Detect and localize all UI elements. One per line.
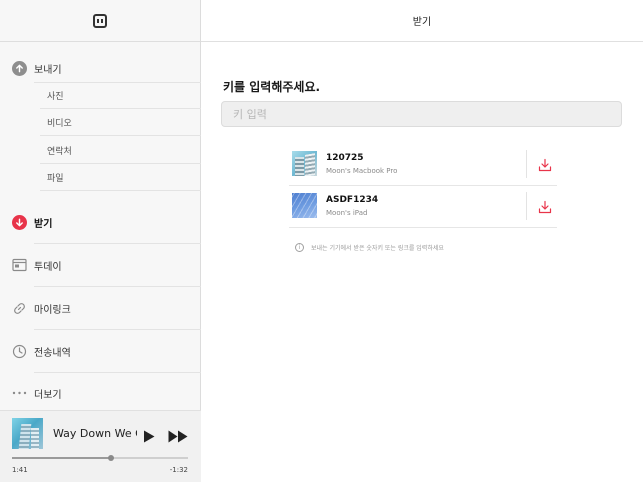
sidebar-item-today[interactable]: 투데이 bbox=[0, 251, 201, 287]
page-title: 받기 bbox=[201, 0, 643, 42]
device-row[interactable]: ASDF1234 Moon's iPad bbox=[289, 186, 557, 228]
sidebar-header bbox=[0, 0, 200, 42]
sidebar-item-label: 마이링크 bbox=[34, 304, 71, 316]
main-panel: 받기 키를 입력해주세요. 120725 Moon's Macbook Pro … bbox=[201, 0, 643, 482]
subitem-label: 비디오 bbox=[47, 118, 72, 129]
divider bbox=[34, 372, 201, 373]
time-remaining: -1:32 bbox=[169, 466, 188, 474]
arrow-down-circle-icon bbox=[12, 214, 27, 230]
playback-progress-slider[interactable] bbox=[12, 455, 188, 461]
sidebar-subitem-files[interactable]: 파일 bbox=[40, 164, 201, 191]
music-player: Way Down We Go 1:41 -1:32 bbox=[0, 410, 201, 482]
sidebar-item-send[interactable]: 보내기 bbox=[0, 54, 201, 83]
device-row[interactable]: 120725 Moon's Macbook Pro bbox=[289, 144, 557, 186]
device-thumbnail bbox=[292, 151, 317, 176]
divider bbox=[289, 227, 557, 228]
sidebar-item-history[interactable]: 전송내역 bbox=[0, 337, 201, 373]
link-icon bbox=[12, 301, 27, 316]
download-icon bbox=[538, 158, 552, 172]
calendar-icon bbox=[12, 258, 27, 273]
play-icon bbox=[144, 430, 155, 443]
more-icon bbox=[12, 386, 27, 401]
device-name: Moon's Macbook Pro bbox=[326, 167, 398, 175]
info-icon: i bbox=[295, 243, 304, 252]
app-logo-icon[interactable] bbox=[93, 13, 107, 28]
clock-icon bbox=[12, 344, 27, 359]
device-name: Moon's iPad bbox=[326, 209, 368, 217]
track-title: Way Down We Go bbox=[53, 427, 137, 440]
key-input[interactable] bbox=[221, 101, 622, 127]
fast-forward-button[interactable] bbox=[168, 428, 188, 443]
divider bbox=[34, 286, 201, 287]
sidebar-item-label: 받기 bbox=[34, 218, 53, 230]
divider bbox=[34, 329, 201, 330]
download-button[interactable] bbox=[538, 199, 552, 214]
time-elapsed: 1:41 bbox=[12, 466, 28, 474]
sidebar: 보내기 사진 비디오 연락처 파일 받기 투데이 마이링크 전송내역 더보기 W… bbox=[0, 0, 201, 482]
album-art[interactable] bbox=[12, 418, 43, 449]
subitem-label: 사진 bbox=[47, 91, 64, 102]
sidebar-subitem-videos[interactable]: 비디오 bbox=[40, 109, 201, 136]
divider bbox=[526, 150, 527, 178]
info-text: 보내는 기기에서 받은 숫자키 또는 링크를 입력하세요 bbox=[311, 245, 444, 252]
subitem-label: 파일 bbox=[47, 173, 64, 184]
sidebar-item-mylink[interactable]: 마이링크 bbox=[0, 294, 201, 330]
sidebar-item-label: 투데이 bbox=[34, 261, 62, 273]
sidebar-item-label: 더보기 bbox=[34, 389, 62, 401]
info-hint: i 보내는 기기에서 받은 숫자키 또는 링크를 입력하세요 bbox=[295, 243, 444, 252]
device-key: ASDF1234 bbox=[326, 195, 379, 205]
play-button[interactable] bbox=[143, 428, 155, 443]
key-prompt: 키를 입력해주세요. bbox=[223, 80, 321, 94]
device-key: 120725 bbox=[326, 153, 364, 163]
download-button[interactable] bbox=[538, 157, 552, 172]
sidebar-item-receive[interactable]: 받기 bbox=[0, 208, 201, 244]
sidebar-subitem-contacts[interactable]: 연락처 bbox=[40, 137, 201, 164]
divider bbox=[526, 192, 527, 220]
sidebar-subitem-photos[interactable]: 사진 bbox=[40, 82, 201, 109]
sidebar-item-label: 전송내역 bbox=[34, 347, 71, 359]
arrow-up-circle-icon bbox=[12, 60, 27, 76]
fast-forward-icon bbox=[168, 430, 188, 443]
subitem-label: 연락처 bbox=[47, 146, 72, 157]
progress-fill bbox=[12, 457, 111, 459]
download-icon bbox=[538, 200, 552, 214]
sidebar-item-more[interactable]: 더보기 bbox=[0, 379, 201, 407]
device-thumbnail bbox=[292, 193, 317, 218]
progress-knob[interactable] bbox=[107, 455, 114, 461]
divider bbox=[34, 243, 201, 244]
sidebar-item-label: 보내기 bbox=[34, 64, 62, 76]
